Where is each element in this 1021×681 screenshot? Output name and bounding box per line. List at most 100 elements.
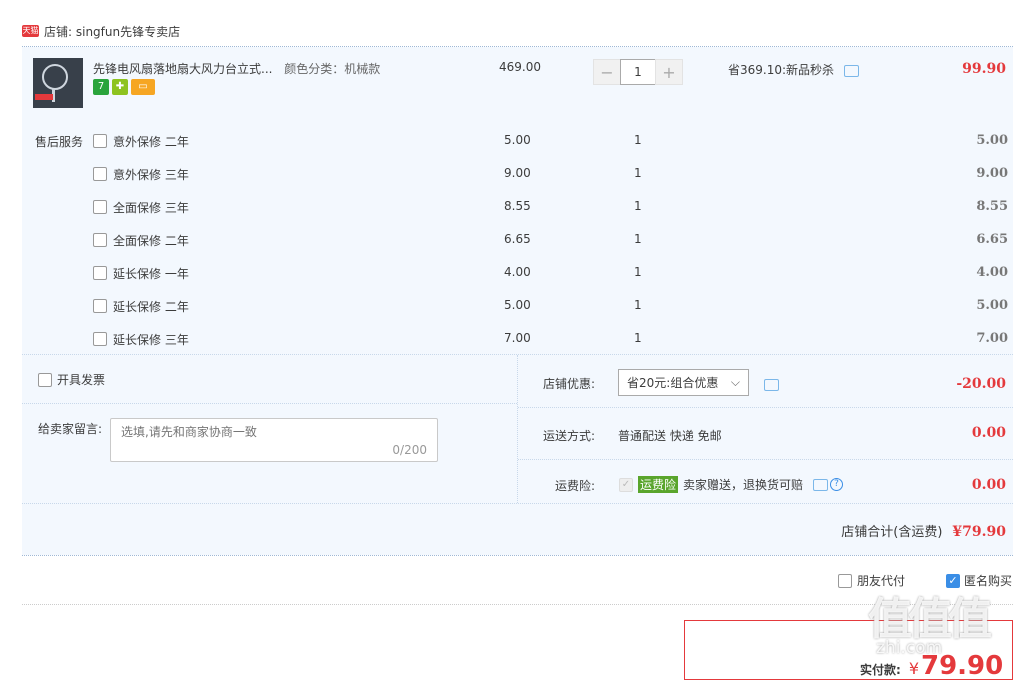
tmall-icon: 天猫 — [22, 25, 39, 37]
shipping-amount: 0.00 — [971, 425, 1006, 441]
shop-total-amount: ¥79.90 — [952, 524, 1006, 540]
service-price: 6.65 — [504, 232, 531, 246]
fan-icon — [42, 64, 68, 90]
row-divider — [22, 503, 1013, 504]
service-price: 8.55 — [504, 199, 531, 213]
service-name: 意外保修 二年 — [113, 135, 189, 149]
friend-pay-checkbox[interactable] — [838, 573, 852, 588]
list-item: 延长保修 二年 5.00 1 5.00 — [93, 298, 1013, 331]
increase-button[interactable]: + — [655, 59, 683, 85]
shop-total-label: 店铺合计(含运费) — [841, 525, 943, 540]
invoice-option[interactable]: 开具发票 — [38, 371, 105, 388]
service-total: 5.00 — [976, 133, 1008, 148]
service-total: 4.00 — [976, 265, 1008, 280]
service-name: 全面保修 三年 — [113, 201, 189, 215]
list-item: 全面保修 二年 6.65 1 6.65 — [93, 232, 1013, 265]
column-divider — [517, 355, 518, 503]
message-counter: 0/200 — [392, 443, 427, 457]
list-item: 全面保修 三年 8.55 1 8.55 — [93, 199, 1013, 232]
insurance-checkbox[interactable] — [619, 477, 633, 492]
options-divider — [22, 604, 1013, 605]
service-name: 延长保修 三年 — [113, 333, 189, 347]
after-sales-label: 售后服务 — [35, 135, 84, 149]
shipping-label: 运送方式: — [543, 429, 596, 443]
credit-card-icon[interactable]: ▭ — [131, 79, 155, 95]
service-qty: 1 — [634, 298, 642, 312]
quantity-input[interactable]: 1 — [620, 59, 656, 85]
service-qty: 1 — [634, 199, 642, 213]
insurance-amount: 0.00 — [971, 477, 1006, 493]
chat-icon[interactable] — [843, 64, 859, 77]
unit-price: 469.00 — [499, 60, 541, 74]
discount-selected: 省20元:组合优惠 — [627, 376, 719, 390]
product-title[interactable]: 先锋电风扇落地扇大风力台立式... — [93, 62, 272, 76]
help-icon[interactable]: ? — [830, 478, 844, 491]
service-qty: 1 — [634, 232, 642, 246]
message-label: 给卖家留言: — [38, 422, 103, 436]
service-total: 5.00 — [976, 298, 1008, 313]
list-item: 延长保修 一年 4.00 1 4.00 — [93, 265, 1013, 298]
discount-amount: -20.00 — [956, 376, 1006, 392]
message-input[interactable] — [121, 423, 421, 443]
promo-text-row: 省369.10:新品秒杀 — [728, 61, 859, 78]
service-total: 7.00 — [976, 331, 1008, 346]
service-checkbox[interactable] — [93, 134, 107, 148]
service-price: 5.00 — [504, 298, 531, 312]
service-checkbox[interactable] — [93, 167, 107, 181]
invoice-label: 开具发票 — [57, 373, 106, 387]
service-price: 9.00 — [504, 166, 531, 180]
discount-label: 店铺优惠: — [543, 377, 596, 391]
after-sales-list: 意外保修 二年 5.00 1 5.00 意外保修 三年 9.00 1 9.00 … — [93, 133, 1013, 364]
service-qty: 1 — [634, 133, 642, 147]
service-name: 延长保修 二年 — [113, 300, 189, 314]
decrease-button[interactable]: − — [593, 59, 621, 85]
service-qty: 1 — [634, 166, 642, 180]
service-name: 意外保修 三年 — [113, 168, 189, 182]
invoice-checkbox[interactable] — [38, 372, 52, 387]
message-box: 0/200 — [110, 418, 438, 462]
service-name: 延长保修 一年 — [113, 267, 189, 281]
list-item: 意外保修 二年 5.00 1 5.00 — [93, 133, 1013, 166]
service-checkbox[interactable] — [93, 299, 107, 313]
service-price: 7.00 — [504, 331, 531, 345]
product-sku: 颜色分类：机械款 — [284, 62, 381, 76]
chevron-down-icon: ⌵ — [730, 375, 740, 389]
shop-name[interactable]: 店铺: singfun先锋专卖店 — [44, 23, 180, 40]
service-checkbox[interactable] — [93, 266, 107, 280]
list-item: 意外保修 三年 9.00 1 9.00 — [93, 166, 1013, 199]
service-shield-icon[interactable]: ✚ — [112, 79, 128, 95]
chat-icon[interactable] — [813, 478, 829, 491]
service-total: 6.65 — [976, 232, 1008, 247]
insurance-desc: 卖家赠送，退换货可赔 — [683, 478, 804, 492]
insurance-label: 运费险: — [555, 479, 596, 493]
service-qty: 1 — [634, 265, 642, 279]
product-subtotal: 99.90 — [962, 61, 1006, 77]
row-divider — [518, 407, 1013, 408]
seven-day-return-icon[interactable]: 7 — [93, 79, 109, 95]
service-name: 全面保修 二年 — [113, 234, 189, 248]
discount-select[interactable]: 省20元:组合优惠 ⌵ — [618, 369, 749, 396]
service-total: 8.55 — [976, 199, 1008, 214]
bottom-divider — [22, 555, 1013, 556]
watermark-text: zhi.com — [876, 638, 943, 658]
product-title-row: 先锋电风扇落地扇大风力台立式... 颜色分类：机械款 — [93, 60, 380, 77]
insurance-row: 运费险 卖家赠送，退换货可赔 ? — [619, 476, 844, 493]
row-divider — [518, 459, 1013, 460]
service-price: 5.00 — [504, 133, 531, 147]
service-qty: 1 — [634, 331, 642, 345]
shipping-method: 普通配送 快递 免邮 — [618, 429, 722, 443]
service-price: 4.00 — [504, 265, 531, 279]
quantity-stepper: − 1 + — [593, 59, 683, 85]
payment-label: 实付款: — [860, 663, 901, 677]
service-checkbox[interactable] — [93, 233, 107, 247]
service-checkbox[interactable] — [93, 200, 107, 214]
chat-icon[interactable] — [764, 378, 779, 391]
product-image[interactable] — [33, 58, 83, 108]
insurance-tag: 运费险 — [638, 476, 679, 493]
row-divider — [22, 403, 517, 404]
product-badges: 7 ✚ ▭ — [93, 79, 155, 95]
service-total: 9.00 — [976, 166, 1008, 181]
promo-text: 省369.10:新品秒杀 — [728, 63, 835, 77]
shop-total: 店铺合计(含运费) ¥79.90 — [841, 521, 1006, 540]
service-checkbox[interactable] — [93, 332, 107, 346]
